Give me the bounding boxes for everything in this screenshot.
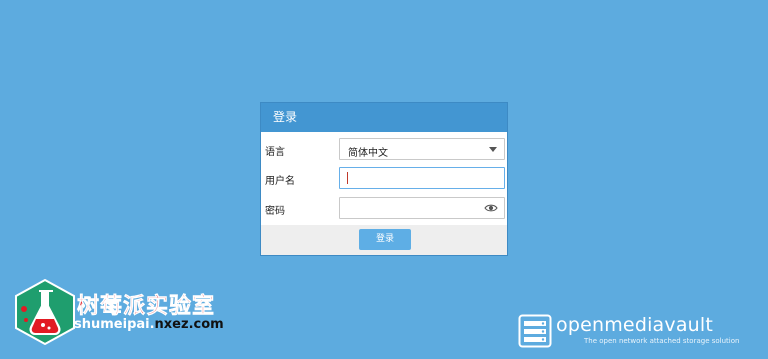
username-row: 用户名 xyxy=(261,167,507,191)
text-cursor xyxy=(347,172,348,184)
language-select-value: 简体中文 xyxy=(348,148,388,159)
shumeipai-branding: 树莓派实验室 shumeipai.nxez.com xyxy=(12,279,232,349)
language-label: 语言 xyxy=(265,147,285,158)
username-label: 用户名 xyxy=(265,176,295,187)
login-title: 登录 xyxy=(261,103,507,132)
brand-url: shumeipai.nxez.com xyxy=(74,317,224,332)
eye-icon[interactable] xyxy=(484,203,498,213)
brand-name-cn: 树莓派实验室 xyxy=(77,294,216,320)
brand-url-domain: nxez.com xyxy=(154,317,224,332)
brand-url-prefix: shumeipai. xyxy=(74,317,155,332)
omv-name: openmediavault xyxy=(556,314,714,336)
language-row: 语言 简体中文 xyxy=(261,138,507,162)
login-button[interactable]: 登录 xyxy=(359,229,411,250)
omv-tagline: The open network attached storage soluti… xyxy=(584,337,740,345)
caret-down-icon xyxy=(489,147,497,152)
password-row: 密码 xyxy=(261,197,507,221)
login-footer: 登录 xyxy=(261,225,507,255)
password-label: 密码 xyxy=(265,206,285,217)
language-select[interactable]: 简体中文 xyxy=(339,138,505,160)
flask-hexagon-icon xyxy=(15,279,75,345)
login-dialog: 登录 语言 简体中文 用户名 密码 登录 xyxy=(260,102,508,256)
server-rack-icon xyxy=(518,314,552,348)
password-input[interactable] xyxy=(339,197,505,219)
openmediavault-branding: openmediavault The open network attached… xyxy=(518,314,758,348)
username-input[interactable] xyxy=(339,167,505,189)
